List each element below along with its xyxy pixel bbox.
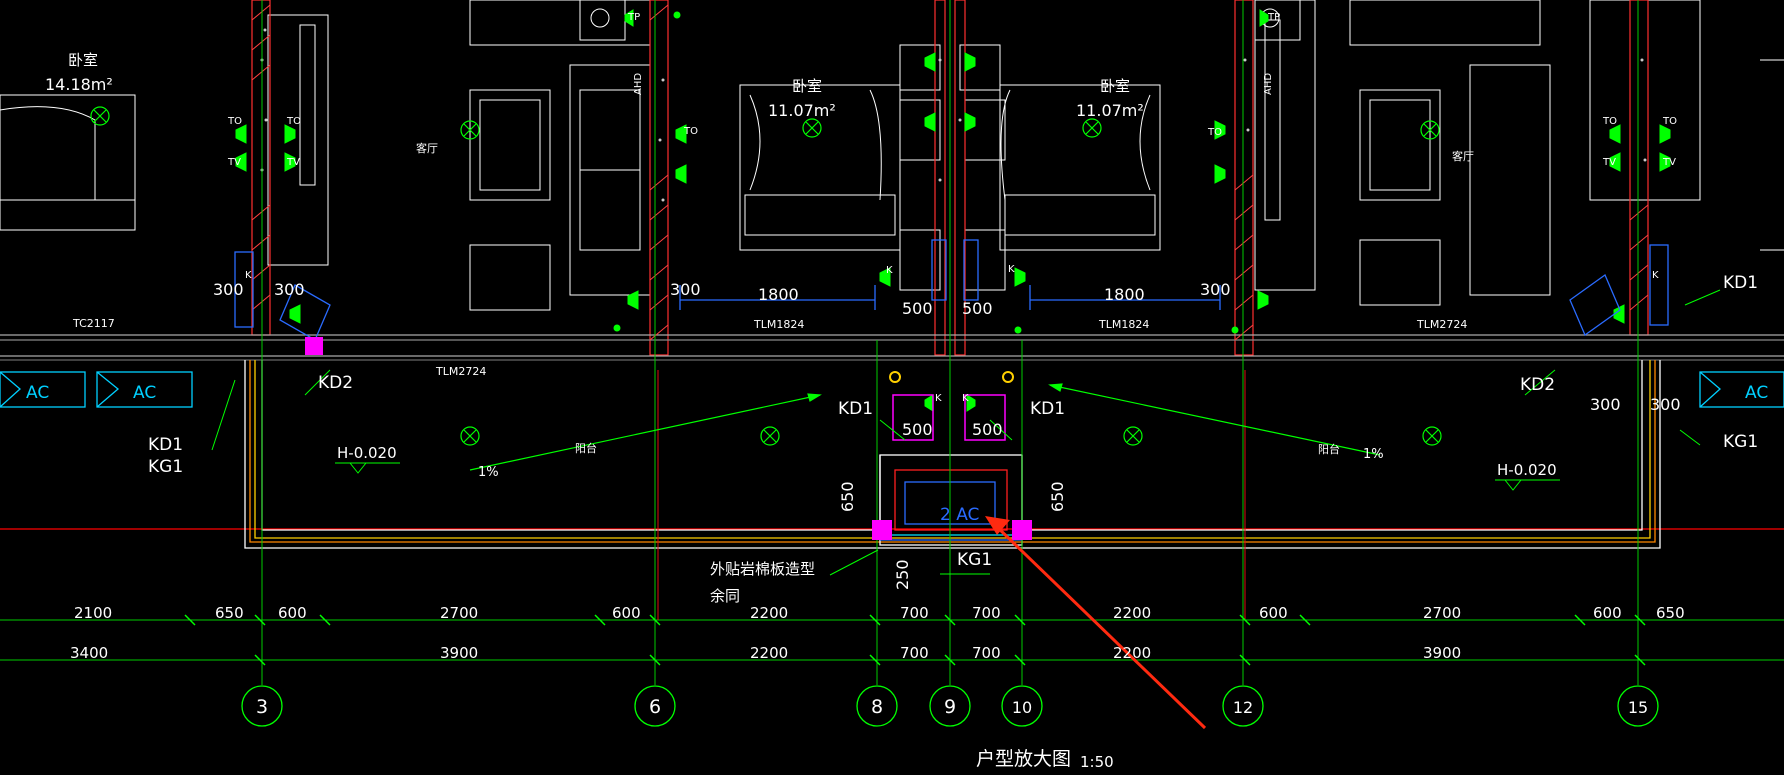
dim-r1-5: 2200 <box>750 604 788 622</box>
dim-r2-1: 3900 <box>440 644 478 662</box>
dim-300-c: 300 <box>670 280 701 299</box>
annotation-line-1: 外贴岩棉板造型 <box>710 560 815 578</box>
elevation-right: H-0.020 <box>1497 461 1557 479</box>
dim-r1-3: 2700 <box>440 604 478 622</box>
label-to-4: TO <box>1207 127 1222 138</box>
room-area-bedroom-left: 14.18m² <box>45 75 113 94</box>
room-area-bedroom-mid-right: 11.07m² <box>1076 101 1144 120</box>
dim-r1-2: 600 <box>278 604 307 622</box>
window-tag-tc: TC2117 <box>72 317 115 330</box>
room-name-balcony-right: 阳台 <box>1318 442 1340 456</box>
dim-r2-2: 2200 <box>750 644 788 662</box>
label-ahd: AHD <box>633 73 644 95</box>
label-k-5: K <box>935 393 942 404</box>
dim-r2-3: 700 <box>900 644 929 662</box>
dim-r1-7: 700 <box>972 604 1001 622</box>
label-to-6: TO <box>1662 116 1677 127</box>
label-k-2: K <box>1008 264 1015 275</box>
dim-300-f: 300 <box>1650 395 1681 414</box>
window-tag-tlm-mid-right: TLM1824 <box>1098 318 1149 331</box>
room-name-living-right: 客厅 <box>1452 149 1474 163</box>
dim-r1-4: 600 <box>612 604 641 622</box>
ac-label-right: AC <box>1745 383 1768 403</box>
dim-300-e: 300 <box>1590 395 1621 414</box>
ac-label-left-2: AC <box>133 383 156 403</box>
label-kd1-right: KD1 <box>1723 273 1758 293</box>
label-tv-3: TV <box>1602 157 1616 168</box>
room-name-bedroom-left: 卧室 <box>68 51 98 69</box>
drawing-scale-text: 1:50 <box>1080 753 1114 771</box>
cad-drawing-canvas: 卧室 14.18m² 卧室 11.07m² 卧室 11.07m² 客厅 客厅 阳… <box>0 0 1784 775</box>
dim-300-a: 300 <box>213 280 244 299</box>
label-to-5: TO <box>1602 116 1617 127</box>
annotation-line-2: 余同 <box>710 587 740 605</box>
dim-r1-1: 650 <box>215 604 244 622</box>
dim-r1-8: 2200 <box>1113 604 1151 622</box>
room-area-bedroom-mid-left: 11.07m² <box>768 101 836 120</box>
window-tag-tlm-mid-left: TLM1824 <box>753 318 804 331</box>
dim-1800-left: 1800 <box>758 285 799 304</box>
ac-label-left-1: AC <box>26 383 49 403</box>
label-tv-1: TV <box>227 157 241 168</box>
dim-500-c: 500 <box>902 420 933 439</box>
drawing-title-text: 户型放大图 <box>976 748 1071 770</box>
dim-500-a: 500 <box>902 299 933 318</box>
window-tag-tlm-left: TLM2724 <box>435 365 486 378</box>
axis-label-6: 6 <box>649 696 661 718</box>
dim-r2-6: 3900 <box>1423 644 1461 662</box>
label-k-6: K <box>962 393 969 404</box>
label-to-1: TO <box>227 116 242 127</box>
dim-r1-11: 600 <box>1593 604 1622 622</box>
dim-r1-6: 700 <box>900 604 929 622</box>
label-kd1-left: KD1 <box>148 435 183 455</box>
room-name-balcony-left: 阳台 <box>575 441 597 455</box>
label-k-3: K <box>245 270 252 281</box>
label-kg1-left: KG1 <box>148 457 183 477</box>
dim-r2-0: 3400 <box>70 644 108 662</box>
dim-r1-12: 650 <box>1656 604 1685 622</box>
slope-right: 1% <box>1363 447 1384 462</box>
axis-label-9: 9 <box>944 696 956 718</box>
dim-500-b: 500 <box>962 299 993 318</box>
dim-1800-right: 1800 <box>1104 285 1145 304</box>
label-kg1-right: KG1 <box>1723 432 1758 452</box>
dim-500-d: 500 <box>972 420 1003 439</box>
axis-label-12: 12 <box>1233 698 1253 717</box>
label-kd2-left: KD2 <box>318 373 353 393</box>
label-tv-4: TV <box>1662 157 1676 168</box>
window-tag-tlm-right: TLM2724 <box>1416 318 1467 331</box>
axis-label-15: 15 <box>1628 698 1648 717</box>
slope-left: 1% <box>478 465 499 480</box>
room-name-bedroom-mid-left: 卧室 <box>792 77 822 95</box>
label-k-1: K <box>886 265 893 276</box>
label-to-2: TO <box>286 116 301 127</box>
axis-label-10: 10 <box>1012 698 1032 717</box>
dim-300-d: 300 <box>1200 280 1231 299</box>
axis-label-3: 3 <box>256 696 268 718</box>
label-tp-right: TP <box>1267 12 1280 23</box>
label-tp-left: TP <box>627 12 640 23</box>
ac-label-center: 2 AC <box>940 505 979 525</box>
dim-650-right: 650 <box>1048 481 1067 512</box>
label-to-3: TO <box>683 126 698 137</box>
label-ahd-right: AHD <box>1263 73 1274 95</box>
dim-250: 250 <box>893 559 912 590</box>
elevation-left: H-0.020 <box>337 444 397 462</box>
label-tv-2: TV <box>286 157 300 168</box>
label-k-4: K <box>1652 270 1659 281</box>
dim-r1-0: 2100 <box>74 604 112 622</box>
room-name-bedroom-mid-right: 卧室 <box>1100 77 1130 95</box>
dim-650-left: 650 <box>838 481 857 512</box>
dim-r1-9: 600 <box>1259 604 1288 622</box>
room-name-living-left: 客厅 <box>416 141 438 155</box>
label-kd2-right: KD2 <box>1520 375 1555 395</box>
dim-r2-4: 700 <box>972 644 1001 662</box>
dim-300-b: 300 <box>274 280 305 299</box>
dim-r2-5: 2200 <box>1113 644 1151 662</box>
dim-r1-10: 2700 <box>1423 604 1461 622</box>
axis-label-8: 8 <box>871 696 883 718</box>
label-kd1-center-right: KD1 <box>1030 399 1065 419</box>
label-kg1-center: KG1 <box>957 550 992 570</box>
label-kd1-center-left: KD1 <box>838 399 873 419</box>
